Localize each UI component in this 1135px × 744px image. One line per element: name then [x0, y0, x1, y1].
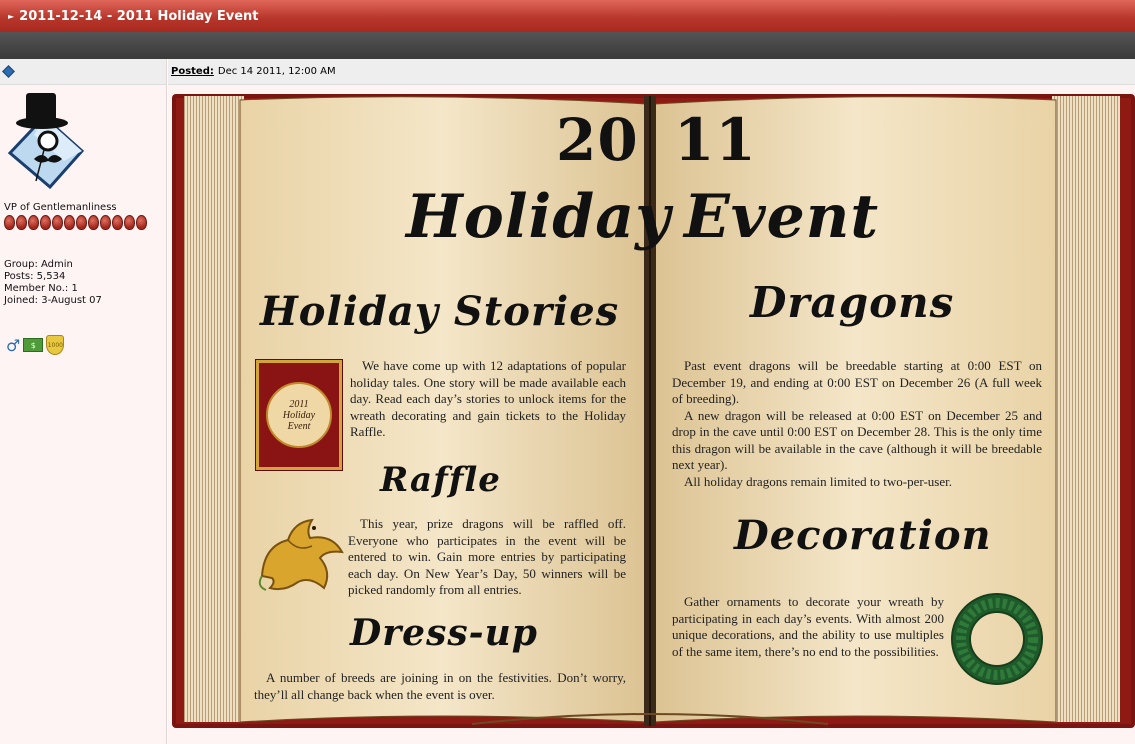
user-sidebar: VP of Gentlemanliness Group: Admin Posts…: [0, 59, 167, 744]
decoration-text: Gather ornaments to decorate your wreath…: [672, 594, 944, 659]
rank-pip: [100, 215, 111, 230]
dress-up-heading: Dress-up: [350, 612, 538, 654]
user-title: VP of Gentlemanliness: [4, 202, 117, 213]
rank-pips: [4, 215, 164, 230]
money-icon: $: [23, 338, 44, 352]
rank-pip: [136, 215, 147, 230]
wreath-icon: [951, 593, 1043, 685]
post-header: Posted: Dec 14 2011, 12:00 AM: [168, 59, 1135, 85]
user-joined: Joined: 3-August 07: [4, 295, 102, 306]
raffle-text: This year, prize dragons will be raffled…: [348, 516, 626, 597]
dragons-text-1: Past event dragons will be breedable sta…: [672, 358, 1042, 406]
user-badges: ♂ $ 1000: [6, 335, 65, 355]
title-left: Holiday: [406, 182, 671, 252]
avatar[interactable]: [4, 89, 84, 189]
year-right: 11: [674, 106, 757, 174]
dragons-heading: Dragons: [750, 278, 955, 327]
rank-pip: [4, 215, 15, 230]
topic-title-bar: ► 2011-12-14 - 2011 Holiday Event: [0, 0, 1135, 32]
thumbnail-holiday: Holiday: [282, 409, 316, 421]
year-left: 20: [556, 106, 639, 174]
rank-pip: [28, 215, 39, 230]
title-right: Event: [684, 182, 880, 252]
holiday-stories-text: We have come up with 12 adaptations of p…: [350, 358, 626, 439]
user-stats: Group: Admin Posts: 5,534 Member No.: 1 …: [4, 259, 102, 307]
thumbnail-year: 2011: [289, 398, 309, 410]
shield-icon: 1000: [46, 335, 65, 355]
rank-pip: [76, 215, 87, 230]
thumbnail-event: Event: [287, 420, 311, 432]
rank-pip: [64, 215, 75, 230]
dragons-text-2: A new dragon will be released at 0:00 ES…: [672, 407, 1042, 473]
decoration-heading: Decoration: [734, 512, 992, 559]
posted-label: Posted:: [171, 66, 214, 77]
male-icon: ♂: [6, 335, 21, 355]
user-sidebar-header: [0, 59, 166, 85]
raffle-heading: Raffle: [380, 460, 501, 500]
rank-pip: [124, 215, 135, 230]
collapse-arrow-icon[interactable]: ►: [8, 12, 14, 21]
dress-up-text: A number of breeds are joining in on the…: [254, 670, 626, 702]
rank-pip: [112, 215, 123, 230]
event-thumbnail[interactable]: 2011 Holiday Event: [255, 359, 343, 471]
rank-pip: [52, 215, 63, 230]
posted-date: Dec 14 2011, 12:00 AM: [217, 66, 336, 77]
gold-dragon-icon: [258, 518, 344, 591]
rank-pip: [16, 215, 27, 230]
user-member-no: Member No.: 1: [4, 283, 78, 294]
user-posts: Posts: 5,534: [4, 271, 66, 282]
dragons-text-3: All holiday dragons remain limited to tw…: [684, 473, 952, 489]
rank-pip: [88, 215, 99, 230]
user-group: Group: Admin: [4, 259, 73, 270]
rank-pip: [40, 215, 51, 230]
dragons-section: Past event dragons will be breedable sta…: [672, 358, 1042, 490]
online-status-icon[interactable]: [2, 65, 15, 78]
holiday-stories-heading: Holiday Stories: [260, 288, 620, 335]
topic-toolbar: [0, 32, 1135, 59]
holiday-event-book: 20 11 Holiday Event Holiday Stories 2011…: [172, 92, 1135, 732]
topic-title: 2011-12-14 - 2011 Holiday Event: [19, 8, 259, 24]
